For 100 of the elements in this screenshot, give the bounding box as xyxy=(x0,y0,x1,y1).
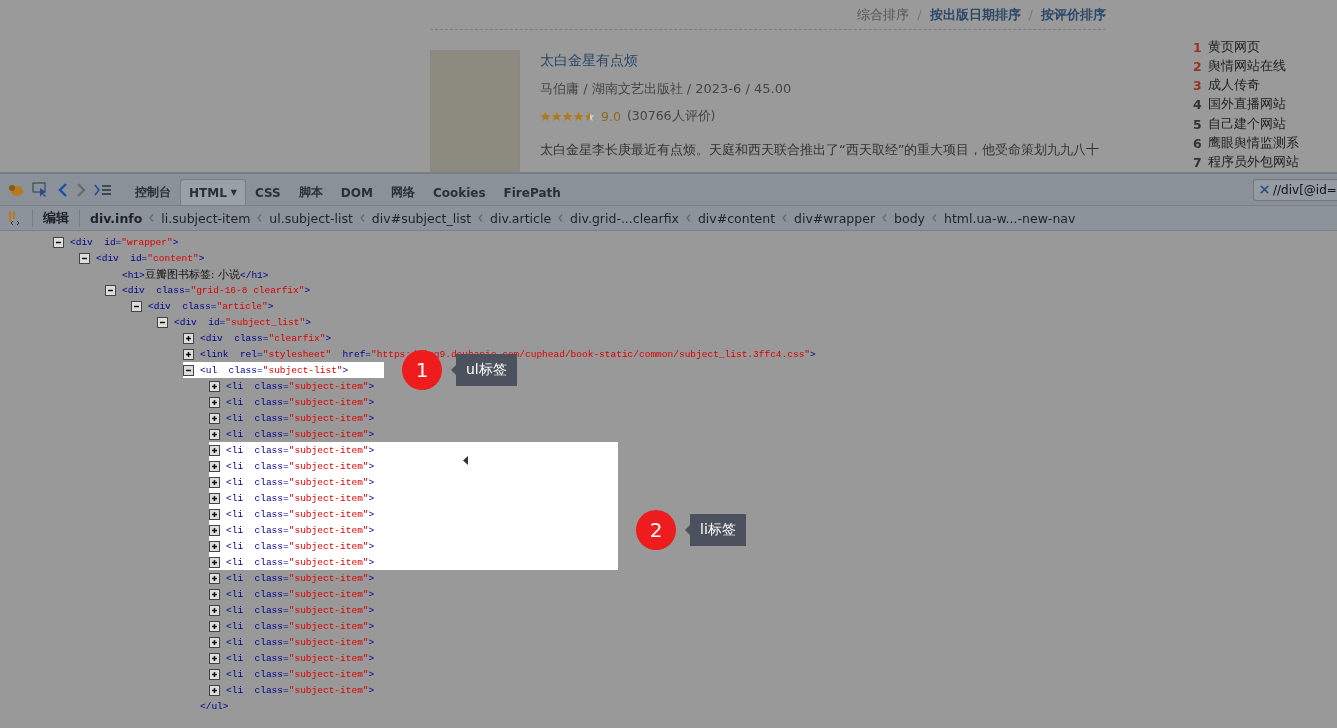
ranking-link[interactable]: 舆情网站在线 xyxy=(1208,58,1286,76)
expand-icon[interactable] xyxy=(209,396,220,408)
html-tag-line[interactable]: <li class="subject-item"> xyxy=(226,572,375,584)
breadcrumb-item[interactable]: ul.subject-list xyxy=(269,210,353,226)
clear-icon[interactable] xyxy=(1258,183,1271,196)
chevron-left-icon xyxy=(558,214,564,222)
chevron-left-icon xyxy=(257,214,263,222)
ranking-link[interactable]: 国外直播网站 xyxy=(1208,96,1286,114)
command-line-icon[interactable] xyxy=(94,183,112,196)
collapse-icon[interactable] xyxy=(79,252,90,264)
expand-icon[interactable] xyxy=(209,476,220,488)
html-tag-line[interactable]: <li class="subject-item"> xyxy=(226,524,375,536)
code-bracket-icon[interactable] xyxy=(8,210,22,226)
html-tag-line[interactable]: <li class="subject-item"> xyxy=(226,460,375,472)
html-tag-line[interactable]: <ul class="subject-list"> xyxy=(200,364,349,376)
html-tag-line[interactable]: <div id="content"> xyxy=(96,252,205,264)
expand-icon[interactable] xyxy=(209,684,220,696)
html-tag-line[interactable]: <li class="subject-item"> xyxy=(226,588,375,600)
breadcrumb-item[interactable]: div.info xyxy=(90,210,143,226)
sort-link[interactable]: 按评价排序 xyxy=(1041,5,1106,24)
breadcrumb-item[interactable]: html.ua-w...-new-nav xyxy=(944,210,1076,226)
chevron-left-icon xyxy=(685,214,691,222)
html-tag-line[interactable]: <li class="subject-item"> xyxy=(226,476,375,488)
html-tag-line[interactable]: <div id="subject_list"> xyxy=(174,316,311,328)
collapse-icon[interactable] xyxy=(157,316,168,328)
html-tag-line[interactable]: <li class="subject-item"> xyxy=(226,668,375,680)
expand-icon[interactable] xyxy=(209,460,220,472)
html-tag-line[interactable]: <li class="subject-item"> xyxy=(226,396,375,408)
html-tag-line[interactable]: <li class="subject-item"> xyxy=(226,604,375,616)
html-tag-line[interactable]: <h1>豆瓣图书标签: 小说</h1> xyxy=(122,266,269,282)
expand-icon[interactable] xyxy=(209,652,220,664)
rank-number: 5 xyxy=(1193,116,1200,132)
html-tag-line[interactable]: <li class="subject-item"> xyxy=(226,508,375,520)
panel-tab[interactable]: DOM xyxy=(331,179,382,205)
html-tag-line[interactable]: <li class="subject-item"> xyxy=(226,636,375,648)
expand-icon[interactable] xyxy=(209,668,220,680)
panel-tab[interactable]: 控制台 xyxy=(126,179,180,205)
collapse-icon[interactable] xyxy=(105,284,116,296)
panel-tab[interactable]: HTML ▼ xyxy=(180,179,246,205)
collapse-icon[interactable] xyxy=(131,300,142,312)
html-tag-line[interactable]: <li class="subject-item"> xyxy=(226,444,375,456)
ranking-link[interactable]: 程序员外包网站 xyxy=(1208,153,1299,171)
breadcrumb-item[interactable]: div#content xyxy=(697,210,776,226)
html-tag-line[interactable]: <li class="subject-item"> xyxy=(226,556,375,568)
back-icon[interactable] xyxy=(58,182,68,197)
breadcrumb-item[interactable]: li.subject-item xyxy=(161,210,251,226)
expand-icon[interactable] xyxy=(209,636,220,648)
expand-icon[interactable] xyxy=(209,556,220,568)
expand-icon[interactable] xyxy=(209,380,220,392)
expand-icon[interactable] xyxy=(209,524,220,536)
search-field[interactable]: //div[@id= xyxy=(1253,178,1337,201)
expand-icon[interactable] xyxy=(209,412,220,424)
html-tag-line[interactable]: </ul> xyxy=(200,700,229,712)
html-tag-line[interactable]: <div class="article"> xyxy=(148,300,274,312)
collapse-icon[interactable] xyxy=(183,364,194,376)
star-icon xyxy=(540,111,551,122)
html-tag-line[interactable]: <li class="subject-item"> xyxy=(226,380,375,392)
sort-link[interactable]: 综合排序 xyxy=(857,5,910,24)
panel-tab[interactable]: FirePath xyxy=(494,179,570,205)
breadcrumb-item[interactable]: div.article xyxy=(490,210,552,226)
expand-icon[interactable] xyxy=(209,620,220,632)
breadcrumb-item[interactable]: div#wrapper xyxy=(794,210,876,226)
expand-icon[interactable] xyxy=(209,540,220,552)
html-tag-line[interactable]: <li class="subject-item"> xyxy=(226,684,375,696)
panel-tab[interactable]: 网络 xyxy=(381,179,424,205)
sort-link[interactable]: 按出版日期排序 xyxy=(929,5,1021,24)
html-tag-line[interactable]: <li class="subject-item"> xyxy=(226,652,375,664)
ranking-link[interactable]: 鹰眼舆情监测系 xyxy=(1208,134,1299,152)
expand-icon[interactable] xyxy=(209,572,220,584)
html-tag-line[interactable]: <li class="subject-item"> xyxy=(226,412,375,424)
html-tag-line[interactable]: <li class="subject-item"> xyxy=(226,540,375,552)
expand-icon[interactable] xyxy=(209,508,220,520)
book-title[interactable]: 太白金星有点烦 xyxy=(540,52,1100,70)
html-tag-line[interactable]: <div id="wrapper"> xyxy=(70,236,179,248)
rank-number: 2 xyxy=(1193,59,1200,75)
breadcrumb-item[interactable]: div.grid-...clearfix xyxy=(570,210,679,226)
expand-icon[interactable] xyxy=(209,444,220,456)
html-tag-line[interactable]: <li class="subject-item"> xyxy=(226,620,375,632)
expand-icon[interactable] xyxy=(183,348,194,360)
html-tag-line[interactable]: <div class="grid-16-8 clearfix"> xyxy=(122,284,311,296)
html-tag-line[interactable]: <li class="subject-item"> xyxy=(226,428,375,440)
html-tag-line[interactable]: <li class="subject-item"> xyxy=(226,492,375,504)
html-tag-line[interactable]: <div class="clearfix"> xyxy=(200,332,332,344)
breadcrumb-item[interactable]: body xyxy=(894,210,925,226)
expand-icon[interactable] xyxy=(183,332,194,344)
ranking-link[interactable]: 自己建个网站 xyxy=(1208,115,1286,133)
rating-count: (30766人评价) xyxy=(626,108,716,125)
collapse-icon[interactable] xyxy=(53,236,64,248)
panel-tab[interactable]: Cookies xyxy=(423,179,495,205)
breadcrumb-item[interactable]: div#subject_list xyxy=(371,210,472,226)
ranking-link[interactable]: 黄页网页 xyxy=(1208,39,1260,57)
edit-button[interactable]: 编辑 xyxy=(43,209,69,227)
expand-icon[interactable] xyxy=(209,588,220,600)
expand-icon[interactable] xyxy=(209,604,220,616)
panel-tab[interactable]: CSS xyxy=(246,179,290,205)
expand-icon[interactable] xyxy=(209,492,220,504)
caret-icon xyxy=(463,456,468,465)
expand-icon[interactable] xyxy=(209,428,220,440)
panel-tab[interactable]: 脚本 xyxy=(289,179,332,205)
ranking-link[interactable]: 成人传奇 xyxy=(1208,77,1260,95)
